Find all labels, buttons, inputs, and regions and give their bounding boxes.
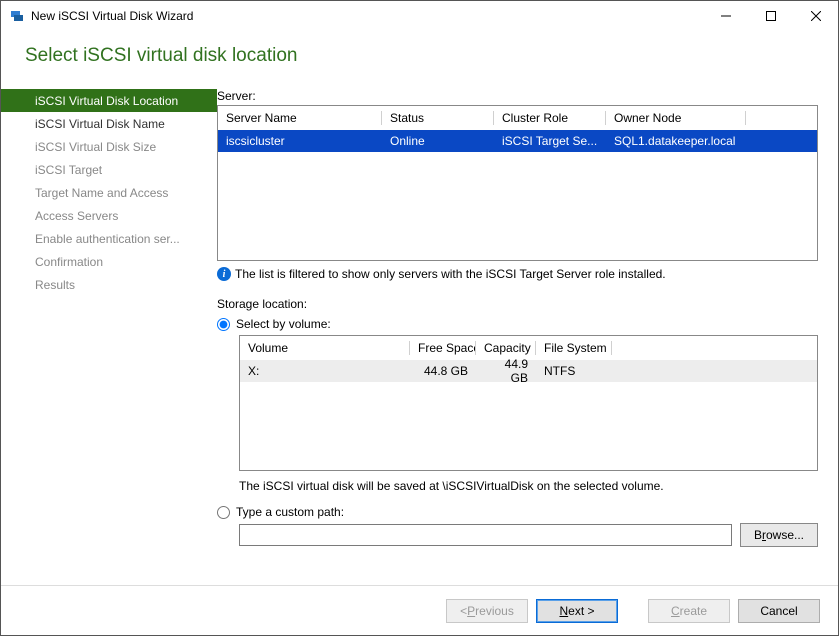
col-capacity[interactable]: Capacity [476, 341, 536, 355]
cell-status: Online [382, 134, 494, 148]
browse-button[interactable]: Browse... [740, 523, 818, 547]
nav-step-name[interactable]: iSCSI Virtual Disk Name [1, 112, 217, 135]
radio-custom-path[interactable]: Type a custom path: [217, 505, 818, 519]
cell-role: iSCSI Target Se... [494, 134, 606, 148]
content-area: Server: Server Name Status Cluster Role … [217, 89, 818, 547]
previous-button: < Previous [446, 599, 528, 623]
nav-step-confirmation: Confirmation [1, 250, 217, 273]
cell-volume: X: [240, 364, 410, 378]
nav-step-size: iSCSI Virtual Disk Size [1, 135, 217, 158]
col-status[interactable]: Status [382, 111, 494, 125]
wizard-nav: iSCSI Virtual Disk Location iSCSI Virtua… [1, 89, 217, 547]
server-row[interactable]: iscsicluster Online iSCSI Target Se... S… [218, 130, 817, 152]
radio-custom-path-label: Type a custom path: [236, 505, 344, 519]
cell-fs: NTFS [536, 364, 612, 378]
server-grid-header: Server Name Status Cluster Role Owner No… [218, 106, 817, 130]
nav-step-location[interactable]: iSCSI Virtual Disk Location [1, 89, 217, 112]
col-volume[interactable]: Volume [240, 341, 410, 355]
storage-location-label: Storage location: [217, 297, 818, 311]
nav-step-target-name: Target Name and Access [1, 181, 217, 204]
window-title: New iSCSI Virtual Disk Wizard [31, 9, 193, 23]
maximize-button[interactable] [748, 1, 793, 31]
radio-select-by-volume-label: Select by volume: [236, 317, 331, 331]
col-file-system[interactable]: File System [536, 341, 612, 355]
server-filter-info-text: The list is filtered to show only server… [235, 267, 666, 281]
radio-select-by-volume[interactable]: Select by volume: [217, 317, 818, 331]
title-bar: New iSCSI Virtual Disk Wizard [1, 1, 838, 31]
cancel-button[interactable]: Cancel [738, 599, 820, 623]
col-cluster-role[interactable]: Cluster Role [494, 111, 606, 125]
nav-step-results: Results [1, 273, 217, 296]
create-button: Create [648, 599, 730, 623]
nav-step-auth: Enable authentication ser... [1, 227, 217, 250]
cell-free: 44.8 GB [410, 364, 476, 378]
save-path-note: The iSCSI virtual disk will be saved at … [239, 479, 818, 493]
app-icon [9, 8, 25, 24]
col-owner-node[interactable]: Owner Node [606, 111, 746, 125]
radio-select-by-volume-input[interactable] [217, 318, 230, 331]
cell-server-name: iscsicluster [218, 134, 382, 148]
close-button[interactable] [793, 1, 838, 31]
volume-row[interactable]: X: 44.8 GB 44.9 GB NTFS [240, 360, 817, 382]
radio-custom-path-input[interactable] [217, 506, 230, 519]
cell-capacity: 44.9 GB [476, 357, 536, 385]
custom-path-input[interactable] [239, 524, 732, 546]
wizard-footer: < Previous Next > Create Cancel [1, 585, 838, 635]
col-server-name[interactable]: Server Name [218, 111, 382, 125]
next-button[interactable]: Next > [536, 599, 618, 623]
server-filter-info: i The list is filtered to show only serv… [217, 267, 818, 281]
server-label: Server: [217, 89, 818, 103]
cell-owner: SQL1.datakeeper.local [606, 134, 817, 148]
nav-step-access-servers: Access Servers [1, 204, 217, 227]
server-grid[interactable]: Server Name Status Cluster Role Owner No… [217, 105, 818, 261]
info-icon: i [217, 267, 231, 281]
nav-step-target: iSCSI Target [1, 158, 217, 181]
page-title: Select iSCSI virtual disk location [1, 31, 838, 89]
col-free-space[interactable]: Free Space [410, 341, 476, 355]
minimize-button[interactable] [703, 1, 748, 31]
volume-grid[interactable]: Volume Free Space Capacity File System X… [239, 335, 818, 471]
